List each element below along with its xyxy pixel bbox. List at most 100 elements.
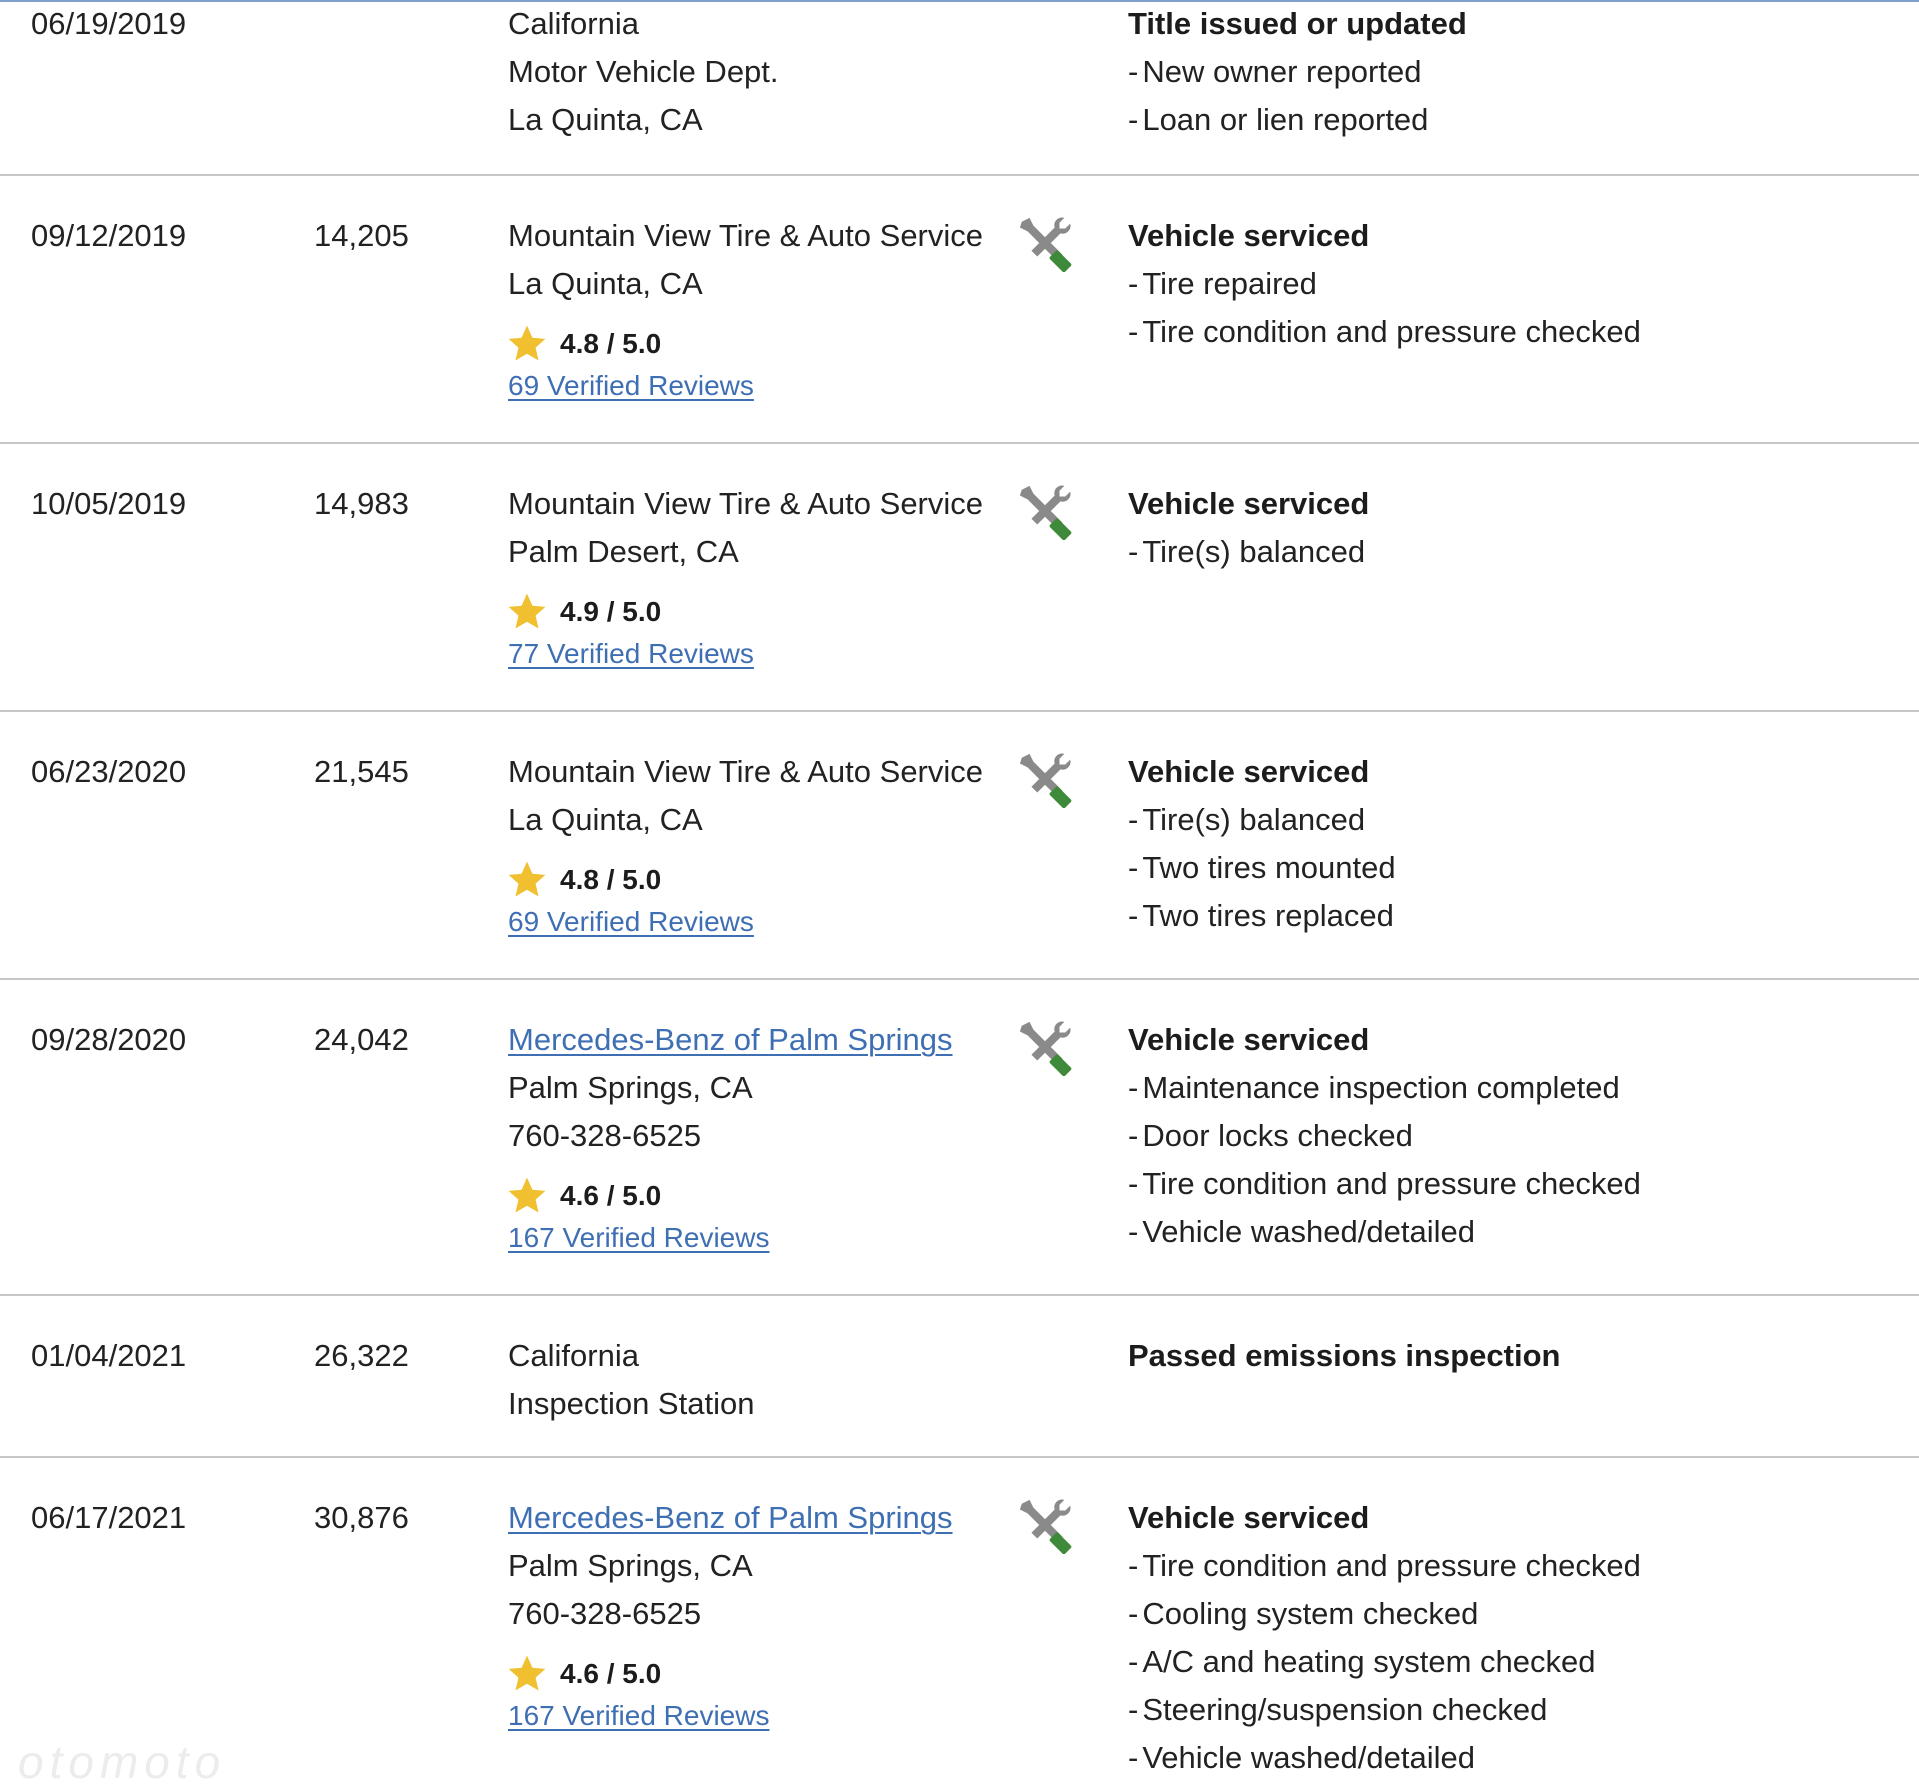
record-mileage: 21,545 [314, 754, 409, 789]
record-headline: Title issued or updated [1128, 6, 1467, 41]
record-mileage: 26,322 [314, 1338, 409, 1373]
star-icon [508, 325, 546, 361]
star-icon [508, 1655, 546, 1691]
source-line: Motor Vehicle Dept. [508, 54, 779, 89]
record-mileage: 14,205 [314, 218, 409, 253]
record-source: California Inspection Station [508, 1332, 1008, 1428]
star-icon [508, 1177, 546, 1213]
verified-reviews-link[interactable]: 77 Verified Reviews [508, 634, 1008, 674]
shop-rating: 4.6 / 5.0 [508, 1652, 1008, 1696]
dealer-link[interactable]: Mercedes-Benz of Palm Springs [508, 1494, 1008, 1542]
source-location: La Quinta, CA [508, 802, 703, 837]
record-source: Mountain View Tire & Auto Service La Qui… [508, 212, 1008, 406]
record-mileage: 14,983 [314, 486, 409, 521]
history-row: 09/12/2019 14,205 Mountain View Tire & A… [0, 176, 1919, 444]
source-line: Inspection Station [508, 1386, 755, 1421]
rating-value: 4.9 / 5.0 [560, 596, 662, 627]
record-source: Mountain View Tire & Auto Service Palm D… [508, 480, 1008, 674]
comment-item: - Steering/suspension checked [1128, 1692, 1548, 1727]
comment-item: - Tire(s) balanced [1128, 534, 1366, 569]
record-comments: Passed emissions inspection [1128, 1332, 1888, 1380]
record-date: 06/19/2019 [31, 6, 187, 41]
record-date: 06/23/2020 [31, 754, 187, 789]
source-location: Palm Springs, CA [508, 1548, 753, 1583]
source-phone: 760-328-6525 [508, 1118, 702, 1153]
comment-item: - New owner reported [1128, 54, 1422, 89]
shop-rating: 4.8 / 5.0 [508, 858, 1008, 902]
source-name: Mountain View Tire & Auto Service [508, 218, 984, 253]
verified-reviews-link[interactable]: 69 Verified Reviews [508, 366, 1008, 406]
record-date: 01/04/2021 [31, 1338, 187, 1373]
comment-item: - Tire condition and pressure checked [1128, 314, 1641, 349]
dealer-link[interactable]: Mercedes-Benz of Palm Springs [508, 1016, 1008, 1064]
record-date: 09/12/2019 [31, 218, 187, 253]
comment-item: - Vehicle washed/detailed [1128, 1740, 1475, 1775]
comment-item: - Cooling system checked [1128, 1596, 1479, 1631]
record-headline: Passed emissions inspection [1128, 1338, 1561, 1373]
history-row: 10/05/2019 14,983 Mountain View Tire & A… [0, 444, 1919, 712]
source-name: Mountain View Tire & Auto Service [508, 486, 984, 521]
verified-reviews-link[interactable]: 167 Verified Reviews [508, 1696, 1008, 1736]
star-icon [508, 593, 546, 629]
source-name: Mountain View Tire & Auto Service [508, 754, 984, 789]
service-tools-icon [1019, 1021, 1072, 1076]
rating-value: 4.6 / 5.0 [560, 1180, 662, 1211]
record-headline: Vehicle serviced [1128, 486, 1370, 521]
star-icon [508, 861, 546, 897]
record-comments: Title issued or updated - New owner repor… [1128, 0, 1888, 144]
verified-reviews-link[interactable]: 167 Verified Reviews [508, 1218, 1008, 1258]
source-name: California [508, 6, 639, 41]
record-headline: Vehicle serviced [1128, 1022, 1370, 1057]
vehicle-history-table: 06/19/2019 California Motor Vehicle Dept… [0, 0, 1919, 1787]
record-source: Mercedes-Benz of Palm Springs Palm Sprin… [508, 1494, 1008, 1736]
source-name: California [508, 1338, 639, 1373]
record-comments: Vehicle serviced - Tire(s) balanced - Two … [1128, 748, 1888, 940]
rating-value: 4.8 / 5.0 [560, 328, 662, 359]
shop-rating: 4.8 / 5.0 [508, 322, 1008, 366]
record-date: 06/17/2021 [31, 1500, 187, 1535]
record-comments: Vehicle serviced - Tire condition and pre… [1128, 1494, 1888, 1782]
service-tools-icon [1019, 217, 1072, 272]
history-row: 06/23/2020 21,545 Mountain View Tire & A… [0, 712, 1919, 980]
comment-item: - Tire(s) balanced [1128, 802, 1366, 837]
history-row: 06/17/2021 30,876 Mercedes-Benz of Palm … [0, 1458, 1919, 1787]
comment-item: - Door locks checked [1128, 1118, 1413, 1153]
record-mileage: 24,042 [314, 1022, 409, 1057]
history-row: 06/19/2019 California Motor Vehicle Dept… [0, 2, 1919, 176]
record-mileage: 30,876 [314, 1500, 409, 1535]
record-headline: Vehicle serviced [1128, 754, 1370, 789]
history-row: 09/28/2020 24,042 Mercedes-Benz of Palm … [0, 980, 1919, 1296]
comment-item: - A/C and heating system checked [1128, 1644, 1596, 1679]
service-tools-icon [1019, 753, 1072, 808]
source-location: La Quinta, CA [508, 266, 703, 301]
service-tools-icon [1019, 1499, 1072, 1554]
record-headline: Vehicle serviced [1128, 1500, 1370, 1535]
verified-reviews-link[interactable]: 69 Verified Reviews [508, 902, 1008, 942]
record-comments: Vehicle serviced - Tire(s) balanced [1128, 480, 1888, 576]
shop-rating: 4.6 / 5.0 [508, 1174, 1008, 1218]
source-location: La Quinta, CA [508, 102, 703, 137]
comment-item: - Two tires replaced [1128, 898, 1394, 933]
comment-item: - Tire repaired [1128, 266, 1317, 301]
source-location: Palm Springs, CA [508, 1070, 753, 1105]
service-tools-icon [1019, 485, 1072, 540]
history-row: 01/04/2021 26,322 California Inspection … [0, 1296, 1919, 1458]
record-comments: Vehicle serviced - Maintenance inspection… [1128, 1016, 1888, 1256]
comment-item: - Loan or lien reported [1128, 102, 1429, 137]
watermark: otomoto [18, 1736, 227, 1787]
record-source: Mountain View Tire & Auto Service La Qui… [508, 748, 1008, 942]
source-phone: 760-328-6525 [508, 1596, 702, 1631]
record-source: California Motor Vehicle Dept. La Quinta… [508, 0, 1008, 144]
source-location: Palm Desert, CA [508, 534, 739, 569]
record-date: 10/05/2019 [31, 486, 187, 521]
record-source: Mercedes-Benz of Palm Springs Palm Sprin… [508, 1016, 1008, 1258]
comment-item: - Vehicle washed/detailed [1128, 1214, 1475, 1249]
comment-item: - Two tires mounted [1128, 850, 1396, 885]
rating-value: 4.6 / 5.0 [560, 1658, 662, 1689]
record-comments: Vehicle serviced - Tire repaired - Tire co… [1128, 212, 1888, 356]
shop-rating: 4.9 / 5.0 [508, 590, 1008, 634]
comment-item: - Tire condition and pressure checked [1128, 1166, 1641, 1201]
comment-item: - Tire condition and pressure checked [1128, 1548, 1641, 1583]
record-headline: Vehicle serviced [1128, 218, 1370, 253]
rating-value: 4.8 / 5.0 [560, 864, 662, 895]
